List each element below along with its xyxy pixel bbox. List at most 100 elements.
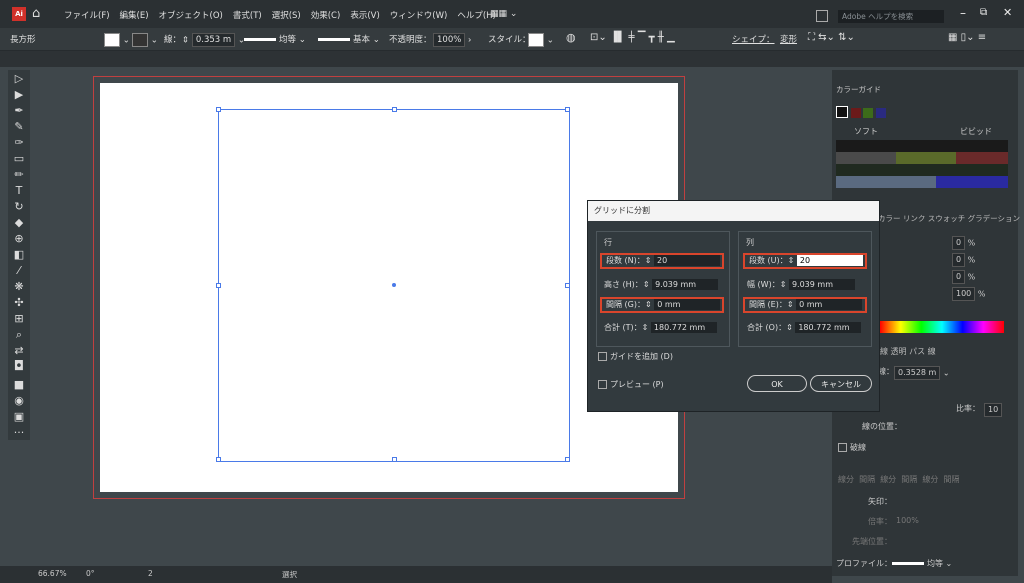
align-icons[interactable]: ⊡⌄ ▐▌ ╪ ▔ ┳ ╫ ▁	[590, 32, 675, 43]
color-mode-icon[interactable]: ■	[12, 378, 26, 392]
zoom-level[interactable]: 66.67%	[38, 569, 67, 578]
handle-top-right[interactable]	[565, 107, 570, 112]
columns-count-field[interactable]: 段数 (U)：⇕ 20	[743, 253, 867, 269]
transform-link[interactable]: 変形	[780, 33, 797, 45]
variable-width-profile[interactable]: 均等 ⌄	[244, 33, 306, 45]
stroke-align-label: 線の位置：	[862, 422, 902, 431]
dialog-title: グリッドに分割	[588, 201, 879, 221]
fill-swatch[interactable]: ⌄	[104, 33, 130, 47]
arrow-label: 矢印：	[868, 497, 892, 506]
eraser-tool-icon[interactable]: ◆	[12, 216, 26, 230]
weight-field[interactable]: 0.3528 m ⌄	[894, 366, 950, 380]
current-tool-label: 選択	[282, 570, 297, 579]
ok-button[interactable]: OK	[747, 375, 807, 392]
add-guides-checkbox[interactable]: ガイドを追加 (D)	[598, 351, 673, 362]
isolate-icons[interactable]: ⛶ ⇆⌄ ⇅⌄	[808, 32, 855, 43]
minimize-icon[interactable]: –	[960, 6, 966, 20]
artboard-tool-icon[interactable]: ⊞	[12, 312, 26, 326]
handle-right[interactable]	[565, 283, 570, 288]
vivid-label: ビビッド	[960, 127, 992, 136]
type-tool-icon[interactable]: T	[12, 184, 26, 198]
scale-field[interactable]: 100%	[896, 516, 919, 525]
eyedropper-tool-icon[interactable]: ⁄	[12, 264, 26, 278]
rows-gutter-field[interactable]: 間隔 (G)：⇕ 0 mm	[600, 297, 724, 313]
document-tab-strip	[0, 51, 1024, 67]
cancel-button[interactable]: キャンセル	[810, 375, 872, 392]
artboard-number[interactable]: 2	[148, 569, 153, 578]
menu-window[interactable]: ウィンドウ(W)	[390, 9, 448, 21]
profile-field[interactable]: 均等 ⌄	[892, 558, 952, 569]
shape-link[interactable]: シェイプ：	[732, 33, 775, 45]
menu-view[interactable]: 表示(V)	[350, 9, 379, 21]
pct-1[interactable]: 0 %	[952, 253, 975, 267]
draw-mode-icon[interactable]: ◉	[12, 394, 26, 408]
swap-fill-stroke-icon[interactable]: ⇄	[12, 344, 26, 358]
shape-builder-tool-icon[interactable]: ⊕	[12, 232, 26, 246]
close-icon[interactable]: ✕	[1003, 6, 1012, 19]
restore-icon[interactable]: ⧉	[980, 7, 987, 18]
rows-label: 行	[604, 238, 612, 247]
menu-effect[interactable]: 効果(C)	[311, 9, 341, 21]
workspace-switcher-icon[interactable]: ▦▦ ⌄	[490, 9, 517, 19]
menu-edit[interactable]: 編集(E)	[120, 9, 149, 21]
handle-top-left[interactable]	[216, 107, 221, 112]
menu-object[interactable]: オブジェクト(O)	[159, 9, 223, 21]
rectangle-tool-icon[interactable]: ▭	[12, 152, 26, 166]
more-tools-icon[interactable]: ···	[12, 426, 26, 440]
color-variation-grid[interactable]	[836, 140, 1008, 188]
dashed-line-checkbox[interactable]: 破線	[838, 442, 866, 453]
pencil-tool-icon[interactable]: ✏	[12, 168, 26, 182]
menu-file[interactable]: ファイル(F)	[64, 9, 110, 21]
color-tabs[interactable]: カラー リンク スウォッチ グラデーション	[878, 213, 1020, 224]
opacity-field[interactable]: 100% ›	[433, 33, 471, 47]
color-spectrum[interactable]	[880, 321, 1004, 333]
blend-tool-icon[interactable]: ❋	[12, 280, 26, 294]
object-type-label: 長方形	[10, 35, 36, 45]
stroke-swatch[interactable]: ⌄	[132, 33, 158, 47]
stroke-weight-field[interactable]: ⇕ 0.353 m ⌄	[182, 33, 245, 47]
gradient-tool-icon[interactable]: ◧	[12, 248, 26, 262]
panel-menu-icons[interactable]: ▦ ▯⌄ ≡	[948, 32, 986, 43]
help-search-input[interactable]: Adobe ヘルプを検索	[838, 10, 944, 23]
rows-total-field[interactable]: 合計 (T)：⇕ 180.772 mm	[600, 320, 724, 336]
columns-total-field[interactable]: 合計 (O)：⇕ 180.772 mm	[743, 320, 867, 336]
recolor-icon[interactable]: ◍	[566, 31, 576, 44]
screen-mode-icon[interactable]: ▣	[12, 410, 26, 424]
handle-bottom-left[interactable]	[216, 457, 221, 462]
stroke-tabs[interactable]: 線 透明 パス 線	[880, 346, 936, 357]
curvature-tool-icon[interactable]: ✎	[12, 120, 26, 134]
handle-bottom-right[interactable]	[565, 457, 570, 462]
miter-ratio-field[interactable]: 10	[984, 403, 1003, 417]
pen-tool-icon[interactable]: ✒	[12, 104, 26, 118]
harmony-swatches[interactable]	[836, 106, 886, 120]
rows-height-field[interactable]: 高さ (H)：⇕ 9.039 mm	[600, 277, 724, 293]
rows-count-field[interactable]: 段数 (N)：⇕ 20	[600, 253, 724, 269]
rotation-value[interactable]: 0°	[86, 569, 95, 578]
style-swatch[interactable]: ⌄	[528, 33, 554, 47]
dash-cells[interactable]: 線分 間隔 線分 間隔 線分 間隔	[838, 474, 959, 485]
symbol-sprayer-tool-icon[interactable]: ✣	[12, 296, 26, 310]
rotate-tool-icon[interactable]: ↻	[12, 200, 26, 214]
handle-bottom[interactable]	[392, 457, 397, 462]
profile-label: プロファイル：	[836, 559, 892, 568]
preview-checkbox[interactable]: プレビュー (P)	[598, 379, 664, 390]
zoom-tool-icon[interactable]: ⌕	[12, 328, 26, 342]
menu-select[interactable]: 選択(S)	[272, 9, 301, 21]
direct-selection-tool-icon[interactable]: ▶	[12, 88, 26, 102]
columns-width-field[interactable]: 幅 (W)：⇕ 9.039 mm	[743, 277, 867, 293]
home-icon[interactable]: ⌂	[32, 6, 40, 21]
pct-3[interactable]: 100 %	[952, 287, 985, 301]
handle-left[interactable]	[216, 283, 221, 288]
brush-definition[interactable]: 基本 ⌄	[318, 33, 380, 45]
app-logo: Ai	[12, 7, 26, 21]
anchor-tool-icon[interactable]: ✑	[12, 136, 26, 150]
handle-top[interactable]	[392, 107, 397, 112]
columns-gutter-field[interactable]: 間隔 (E)：⇕ 0 mm	[743, 297, 867, 313]
fill-stroke-icon[interactable]: ◘	[12, 360, 26, 374]
menu-type[interactable]: 書式(T)	[233, 9, 262, 21]
pct-0[interactable]: 0 %	[952, 236, 975, 250]
pct-2[interactable]: 0 %	[952, 270, 975, 284]
selection-tool-icon[interactable]: ▷	[12, 72, 26, 86]
search-toggle-icon[interactable]	[816, 10, 828, 22]
tools-panel: ▷ ▶ ✒ ✎ ✑ ▭ ✏ T ↻ ◆ ⊕ ◧ ⁄ ❋ ✣ ⊞ ⌕ ⇄ ◘ ■ …	[8, 70, 30, 440]
